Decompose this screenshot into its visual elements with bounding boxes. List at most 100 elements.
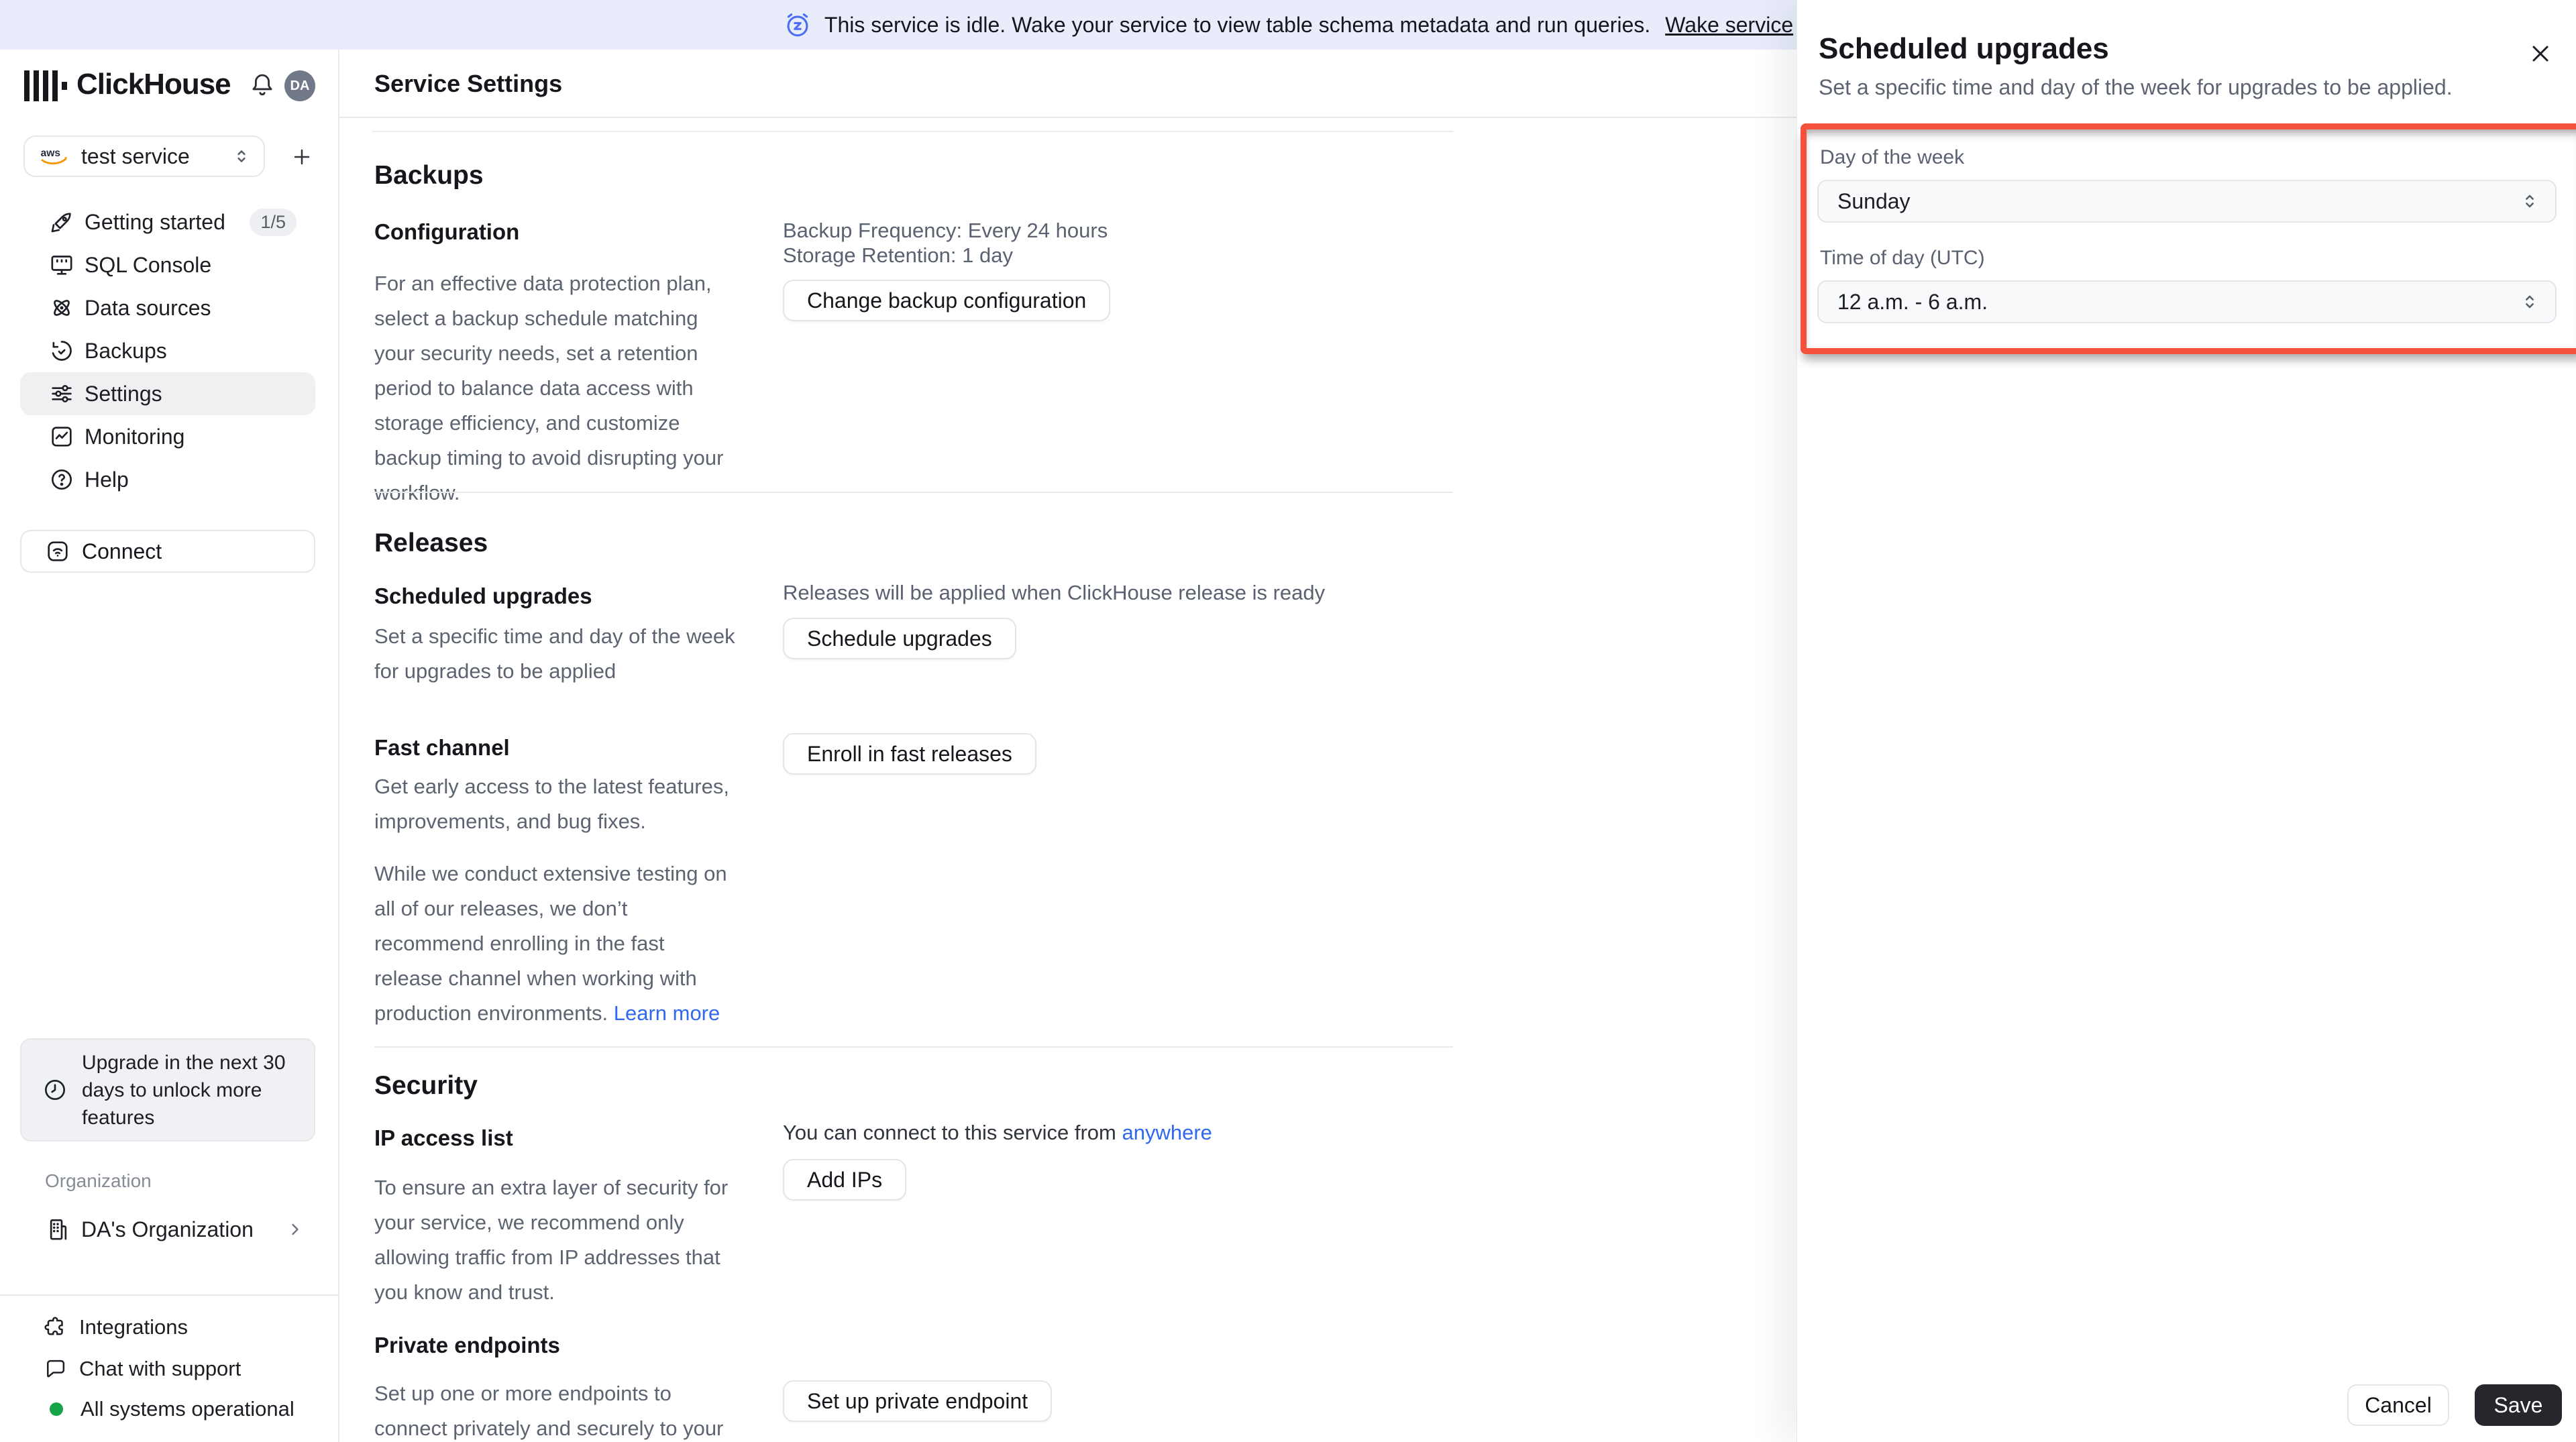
sidebar: ClickHouse DA aws test service Getting s… [0, 50, 339, 1442]
service-selector[interactable]: aws test service [23, 135, 265, 177]
ip-access-description: To ensure an extra layer of security for… [374, 1176, 729, 1304]
schedule-upgrades-button[interactable]: Schedule upgrades [783, 618, 1016, 659]
enroll-fast-releases-button[interactable]: Enroll in fast releases [783, 733, 1036, 775]
sidebar-item-label: SQL Console [85, 252, 212, 277]
backup-frequency-text: Backup Frequency: Every 24 hours [783, 219, 1108, 242]
fast-channel-description-2: While we conduct extensive testing on al… [374, 856, 737, 1031]
configuration-heading: Configuration [374, 219, 520, 244]
sidebar-item-chat-support[interactable]: Chat with support [20, 1349, 315, 1388]
connect-label: Connect [82, 539, 162, 563]
brand-name: ClickHouse [76, 68, 231, 101]
ip-access-list-heading: IP access list [374, 1125, 513, 1150]
progress-badge: 1/5 [250, 208, 297, 236]
sidebar-divider [0, 1294, 339, 1296]
fast-channel-text: While we conduct extensive testing on al… [374, 862, 727, 1025]
panel-title: Scheduled upgrades [1819, 32, 2109, 65]
sidebar-item-getting-started[interactable]: Getting started 1/5 [20, 201, 315, 243]
service-name: test service [81, 144, 190, 168]
organization-name: DA's Organization [81, 1217, 254, 1241]
panel-subtitle: Set a specific time and day of the week … [1819, 75, 2453, 99]
chevron-updown-icon [2519, 190, 2540, 212]
clickhouse-cloud-app: This service is idle. Wake your service … [0, 0, 2576, 1442]
sidebar-item-help[interactable]: Help [20, 458, 315, 501]
sidebar-item-integrations[interactable]: Integrations [20, 1308, 315, 1347]
backups-heading: Backups [374, 161, 484, 190]
time-of-day-value: 12 a.m. - 6 a.m. [1837, 289, 1988, 314]
sidebar-item-sql-console[interactable]: SQL Console [20, 243, 315, 286]
add-service-button[interactable] [284, 140, 319, 174]
ip-access-meta: You can connect to this service from any… [783, 1121, 1212, 1145]
help-icon [48, 466, 75, 493]
sidebar-item-label: Settings [85, 381, 162, 406]
backups-description: For an effective data protection plan, s… [374, 272, 724, 504]
clock-icon [42, 1076, 68, 1103]
private-endpoints-heading: Private endpoints [374, 1333, 560, 1357]
upgrade-notice-text: Upgrade in the next 30 days to unlock mo… [82, 1051, 286, 1129]
anywhere-link[interactable]: anywhere [1122, 1121, 1212, 1144]
cancel-button[interactable]: Cancel [2347, 1384, 2449, 1426]
banner-message: This service is idle. Wake your service … [824, 12, 1651, 37]
section-divider [374, 1046, 1453, 1048]
scheduled-upgrades-panel: Scheduled upgrades Set a specific time a… [1796, 0, 2576, 1442]
snooze-icon [783, 10, 812, 40]
main-header: Service Settings [339, 50, 1796, 118]
status-green-dot [50, 1402, 63, 1416]
releases-meta-text: Releases will be applied when ClickHouse… [783, 581, 1326, 604]
sidebar-item-label: Backups [85, 338, 167, 363]
save-button[interactable]: Save [2475, 1384, 2562, 1426]
day-of-week-value: Sunday [1837, 188, 1911, 213]
close-icon[interactable] [2524, 38, 2557, 70]
scheduled-upgrades-description: Set a specific time and day of the week … [374, 624, 735, 683]
footer-item-label: Chat with support [79, 1357, 241, 1380]
status-label: All systems operational [80, 1397, 294, 1421]
learn-more-link[interactable]: Learn more [614, 1001, 720, 1025]
puzzle-icon [43, 1315, 68, 1340]
private-endpoints-description: Set up one or more endpoints to connect … [374, 1382, 724, 1440]
time-of-day-label: Time of day (UTC) [1820, 247, 1985, 269]
backup-history-icon [48, 337, 75, 364]
building-icon [45, 1216, 72, 1243]
upgrade-notice[interactable]: Upgrade in the next 30 days to unlock mo… [20, 1038, 315, 1142]
day-of-week-select[interactable]: Sunday [1817, 180, 2557, 223]
monitoring-chart-icon [48, 423, 75, 450]
time-of-day-select[interactable]: 12 a.m. - 6 a.m. [1817, 280, 2557, 323]
aws-icon: aws [38, 146, 70, 167]
clickhouse-logo-icon [24, 70, 68, 101]
system-status[interactable]: All systems operational [20, 1390, 315, 1429]
fast-channel-heading: Fast channel [374, 735, 510, 760]
console-icon [48, 252, 75, 278]
storage-retention-text: Storage Retention: 1 day [783, 243, 1013, 267]
bell-icon[interactable] [248, 71, 276, 99]
sidebar-item-settings[interactable]: Settings [20, 372, 315, 415]
scheduled-upgrades-heading: Scheduled upgrades [374, 584, 592, 608]
add-ips-button[interactable]: Add IPs [783, 1159, 907, 1201]
fast-channel-description-1: Get early access to the latest features,… [374, 775, 729, 833]
chevron-updown-icon [2519, 291, 2540, 313]
section-divider [374, 492, 1453, 493]
sidebar-item-label: Data sources [85, 295, 211, 320]
rocket-icon [48, 209, 75, 235]
page-title: Service Settings [374, 70, 563, 97]
wake-service-link[interactable]: Wake service [1665, 13, 1793, 38]
chevron-updown-icon [231, 146, 252, 166]
day-of-week-label: Day of the week [1820, 146, 1965, 168]
section-divider [372, 131, 1454, 132]
releases-heading: Releases [374, 529, 488, 557]
sidebar-item-data-sources[interactable]: Data sources [20, 286, 315, 329]
organization-switcher[interactable]: DA's Organization [20, 1210, 315, 1249]
sidebar-item-backups[interactable]: Backups [20, 329, 315, 372]
setup-private-endpoint-button[interactable]: Set up private endpoint [783, 1380, 1053, 1422]
ip-access-meta-text: You can connect to this service from [783, 1121, 1116, 1144]
footer-item-label: Integrations [79, 1315, 188, 1339]
sidebar-item-label: Help [85, 467, 129, 492]
svg-text:aws: aws [41, 148, 61, 159]
change-backup-configuration-button[interactable]: Change backup configuration [783, 280, 1111, 321]
connect-button[interactable]: Connect [20, 530, 315, 573]
avatar[interactable]: DA [284, 70, 315, 101]
sidebar-item-monitoring[interactable]: Monitoring [20, 415, 315, 458]
settings-sliders-icon [48, 380, 75, 407]
sidebar-item-label: Getting started [85, 209, 225, 234]
connect-icon [44, 538, 71, 565]
data-sources-icon [48, 294, 75, 321]
sidebar-item-label: Monitoring [85, 424, 185, 449]
